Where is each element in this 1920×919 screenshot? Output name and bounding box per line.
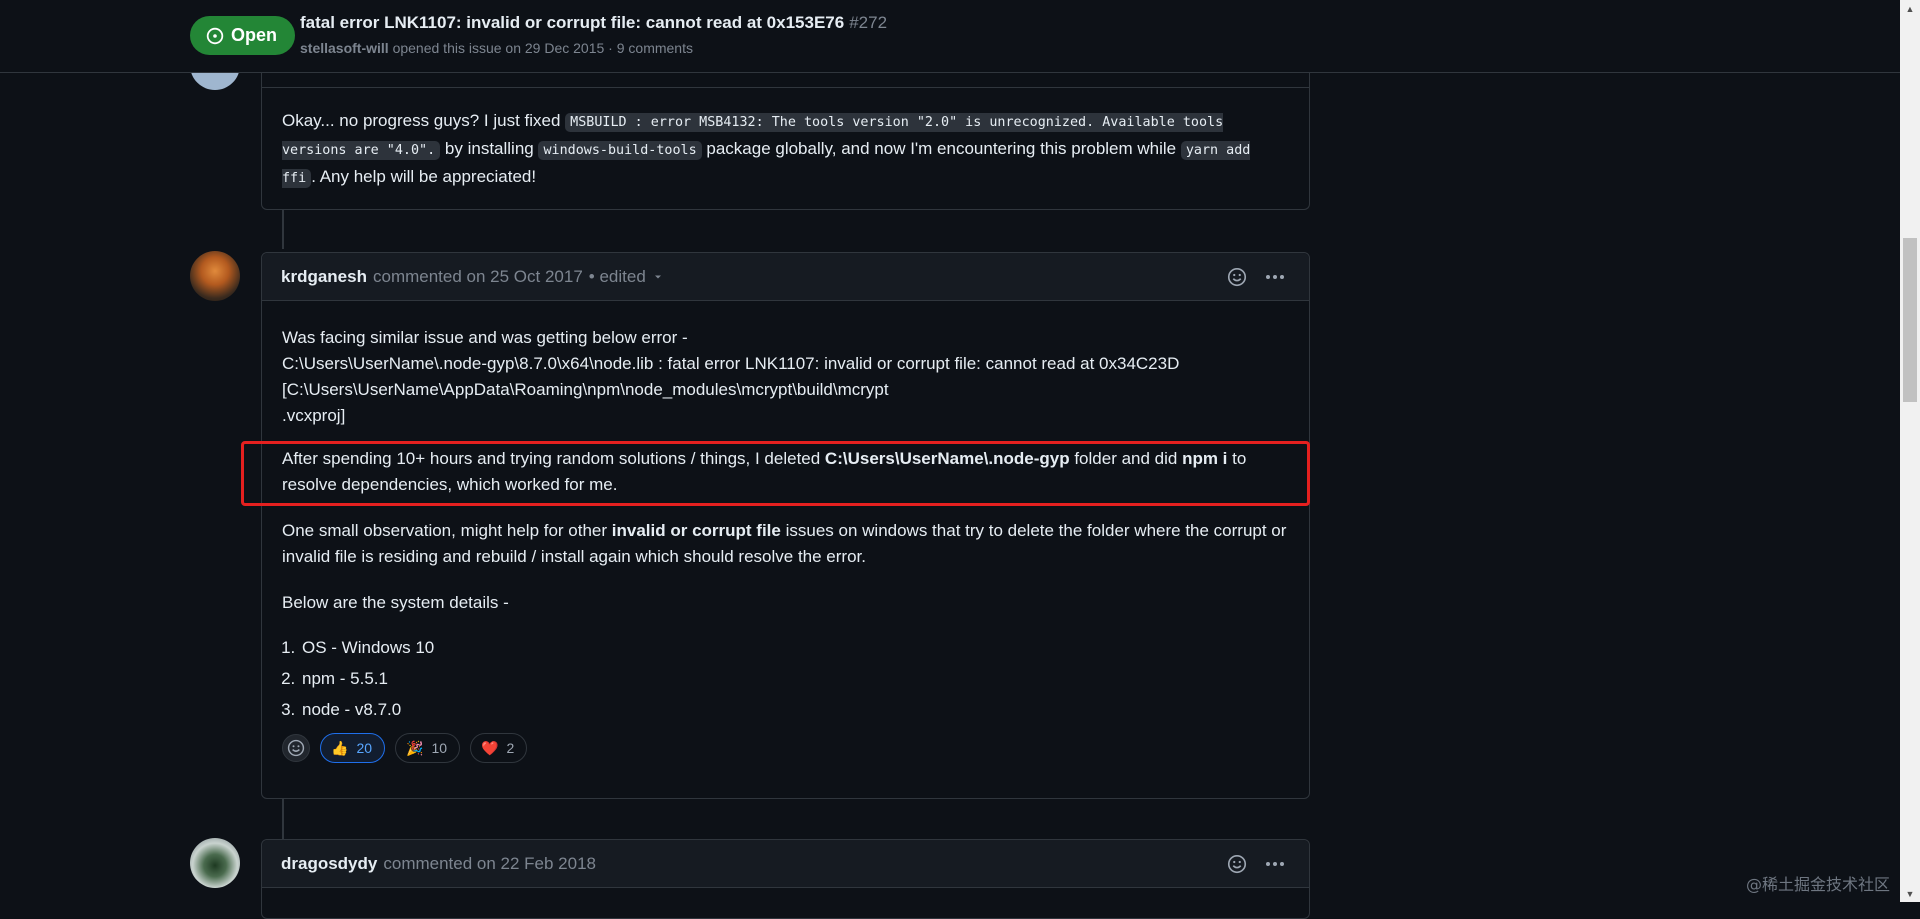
smiley-icon — [287, 739, 305, 757]
comment-text: .vcxproj] — [282, 406, 345, 425]
reactions-bar: 👍 20 🎉 10 ❤️ 2 — [282, 733, 1289, 763]
comment-header: dragosdydy commented on 22 Feb 2018 — [262, 840, 1309, 888]
issue-title[interactable]: fatal error LNK1107: invalid or corrupt … — [300, 13, 887, 33]
list-item: npm - 5.5.1 — [300, 663, 1289, 694]
comment-text: One small observation, might help for ot… — [282, 521, 612, 540]
party-popper-icon: 🎉 — [406, 735, 423, 761]
comment-text: C:\Users\UserName\.node-gyp\8.7.0\x64\no… — [282, 354, 1179, 373]
scrollbar-thumb[interactable] — [1903, 238, 1917, 402]
error-paragraph: Was facing similar issue and was getting… — [282, 325, 1289, 429]
reaction-count: 2 — [506, 735, 514, 761]
system-details-list: OS - Windows 10 npm - 5.5.1 node - v8.7.… — [282, 632, 1289, 725]
observation-paragraph: One small observation, might help for ot… — [282, 518, 1289, 570]
list-item: node - v8.7.0 — [300, 694, 1289, 725]
comment-author-link[interactable]: dragosdydy — [281, 854, 377, 874]
list-item: OS - Windows 10 — [300, 632, 1289, 663]
issue-state-label: Open — [231, 25, 277, 46]
issue-author-link[interactable]: stellasoft-will — [300, 40, 389, 56]
reaction-thumbs-up[interactable]: 👍 20 — [320, 733, 385, 763]
reaction-count: 10 — [431, 735, 447, 761]
inline-code: windows-build-tools — [538, 141, 701, 160]
comment-actions — [1225, 852, 1287, 876]
comment-text: After spending 10+ hours and trying rand… — [282, 449, 825, 468]
comment-text: Okay... no progress guys? I just fixed — [282, 111, 565, 130]
bold-term: invalid or corrupt file — [612, 521, 781, 540]
page-scrollbar[interactable]: ▲ ▼ — [1900, 0, 1920, 902]
comment-body: Okay... no progress guys? I just fixed M… — [262, 108, 1309, 221]
comment-card: krdganesh commented on 25 Oct 2017 • edi… — [261, 252, 1310, 799]
heart-icon: ❤️ — [481, 735, 498, 761]
avatar[interactable] — [190, 251, 240, 301]
issue-title-text[interactable]: fatal error LNK1107: invalid or corrupt … — [300, 13, 844, 32]
comment-text: [C:\Users\UserName\AppData\Roaming\npm\n… — [282, 380, 889, 399]
add-reaction-button[interactable] — [282, 734, 310, 762]
details-intro: Below are the system details - — [282, 590, 1289, 616]
comment-text: package globally, and now I'm encounteri… — [702, 139, 1181, 158]
comment-body: Was facing similar issue and was getting… — [262, 253, 1309, 779]
issue-opened-icon — [206, 27, 224, 45]
comment-text: folder and did — [1070, 449, 1182, 468]
smiley-icon[interactable] — [1225, 852, 1249, 876]
watermark: @稀土掘金技术社区 — [1746, 871, 1890, 895]
scroll-down-arrow-icon[interactable]: ▼ — [1900, 885, 1920, 902]
thumbs-up-icon: 👍 — [331, 735, 348, 761]
comment-card: Okay... no progress guys? I just fixed M… — [261, 50, 1310, 210]
reaction-count: 20 — [356, 735, 372, 761]
comment-text: by installing — [440, 139, 538, 158]
avatar[interactable] — [190, 838, 240, 888]
reaction-hooray[interactable]: 🎉 10 — [395, 733, 460, 763]
bold-command: npm i — [1182, 449, 1227, 468]
comment-text: . Any help will be appreciated! — [311, 167, 536, 186]
issue-number: #272 — [849, 13, 887, 32]
solution-paragraph: After spending 10+ hours and trying rand… — [282, 446, 1289, 498]
scroll-up-arrow-icon[interactable]: ▲ — [1900, 0, 1920, 17]
timeline-line — [282, 799, 284, 839]
kebab-horizontal-icon[interactable] — [1263, 852, 1287, 876]
issue-state-badge: Open — [190, 16, 295, 55]
comment-text: Was facing similar issue and was getting… — [282, 328, 688, 347]
issue-meta-text: opened this issue on 29 Dec 2015 · 9 com… — [389, 40, 693, 56]
reaction-heart[interactable]: ❤️ 2 — [470, 733, 527, 763]
issue-meta: stellasoft-will opened this issue on 29 … — [300, 40, 693, 56]
comment-paragraph: Okay... no progress guys? I just fixed M… — [282, 108, 1289, 192]
comment-card: dragosdydy commented on 22 Feb 2018 — [261, 839, 1310, 919]
bold-path: C:\Users\UserName\.node-gyp — [825, 449, 1070, 468]
comment-timestamp[interactable]: commented on 22 Feb 2018 — [383, 854, 596, 874]
sticky-issue-header: Open fatal error LNK1107: invalid or cor… — [0, 0, 1900, 73]
